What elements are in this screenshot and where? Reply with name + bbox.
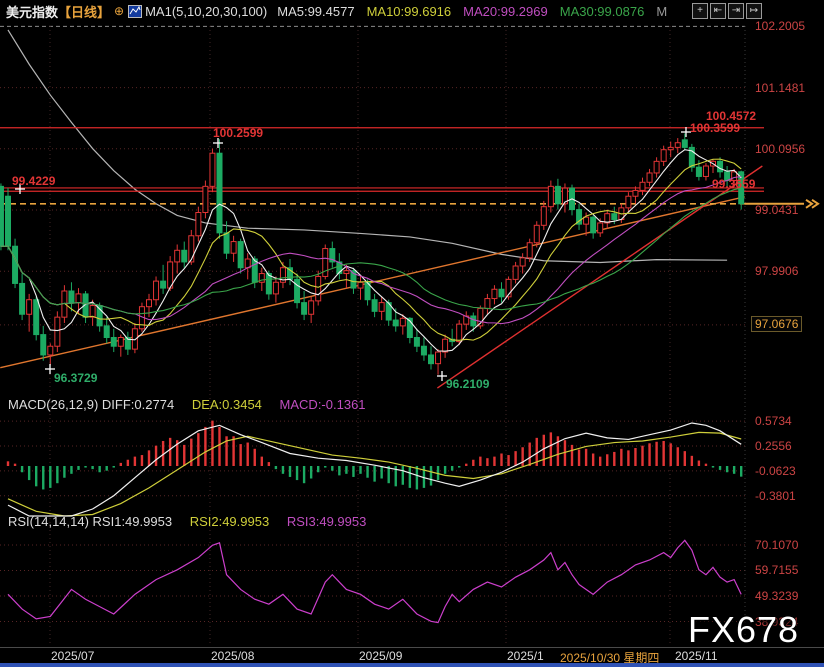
macd-axis-label: 0.2556 (755, 439, 792, 453)
x-axis-label: 2025/07 (51, 649, 94, 663)
instrument-title: 美元指数 (6, 2, 58, 21)
y-axis-label: 100.0956 (755, 142, 805, 156)
go-latest-icon[interactable]: ↦ (746, 3, 762, 19)
macd-diff-value: MACD(26,12,9) DIFF:0.2774 (8, 397, 174, 412)
macd-axis-label: -0.3801 (755, 489, 796, 503)
y-axis-label-highlight: 97.0676 (751, 316, 802, 332)
rsi-header: RSI(14,14,14) RSI1:49.9953 RSI2:49.9953 … (8, 514, 366, 529)
hline-label-left: 99.4229 (12, 174, 55, 188)
chart-toolbar: + ⇤ ⇥ ↦ (692, 3, 762, 19)
swing-high-label: 100.3599 (690, 121, 740, 135)
mode-label: M (656, 4, 667, 19)
rsi-axis-label: 59.7155 (755, 563, 798, 577)
swing-high-label: 100.2599 (213, 126, 263, 140)
y-axis-label: 101.1481 (755, 81, 805, 95)
chart-type-icon[interactable] (128, 5, 142, 18)
ma10-value: MA10:99.6916 (367, 4, 452, 19)
scroll-right-icon[interactable]: ⇥ (728, 3, 744, 19)
macd-dea-value: DEA:0.3454 (192, 397, 262, 412)
macd-axis-label: 0.5734 (755, 414, 792, 428)
rsi-axis-label: 70.1070 (755, 538, 798, 552)
hline-label-right: 99.3659 (712, 177, 755, 191)
y-axis-label: 97.9906 (755, 264, 798, 278)
bottom-strip (0, 663, 824, 667)
x-axis-label: 2025/11 (675, 649, 718, 663)
watermark: FX678 (688, 609, 799, 651)
move-tool-icon[interactable]: + (692, 3, 708, 19)
x-axis-label: 2025/1 (507, 649, 544, 663)
macd-axis-label: -0.0623 (755, 464, 796, 478)
rsi2-value: RSI2:49.9953 (190, 514, 270, 529)
add-indicator-icon[interactable]: ⊕ (114, 4, 124, 18)
ma30-value: MA30:99.0876 (560, 4, 645, 19)
ma-group-label: MA1(5,10,20,30,100) (145, 4, 267, 19)
chart-canvas[interactable] (0, 0, 824, 667)
chart-app: 美元指数 【日线】 ⊕ MA1(5,10,20,30,100) MA5:99.4… (0, 0, 824, 667)
swing-low-label: 96.3729 (54, 371, 97, 385)
macd-header: MACD(26,12,9) DIFF:0.2774 DEA:0.3454 MAC… (8, 397, 366, 412)
swing-low-label: 96.2109 (446, 377, 489, 391)
period-label: 【日线】 (58, 2, 110, 21)
scroll-left-icon[interactable]: ⇤ (710, 3, 726, 19)
ma5-value: MA5:99.4577 (277, 4, 354, 19)
rsi-axis-label: 49.3239 (755, 589, 798, 603)
x-axis-label: 2025/09 (359, 649, 402, 663)
macd-value: MACD:-0.1361 (280, 397, 366, 412)
y-axis-label: 99.0431 (755, 203, 798, 217)
x-axis-label: 2025/08 (211, 649, 254, 663)
ma20-value: MA20:99.2969 (463, 4, 548, 19)
rsi3-value: RSI3:49.9953 (287, 514, 367, 529)
rsi1-value: RSI(14,14,14) RSI1:49.9953 (8, 514, 172, 529)
